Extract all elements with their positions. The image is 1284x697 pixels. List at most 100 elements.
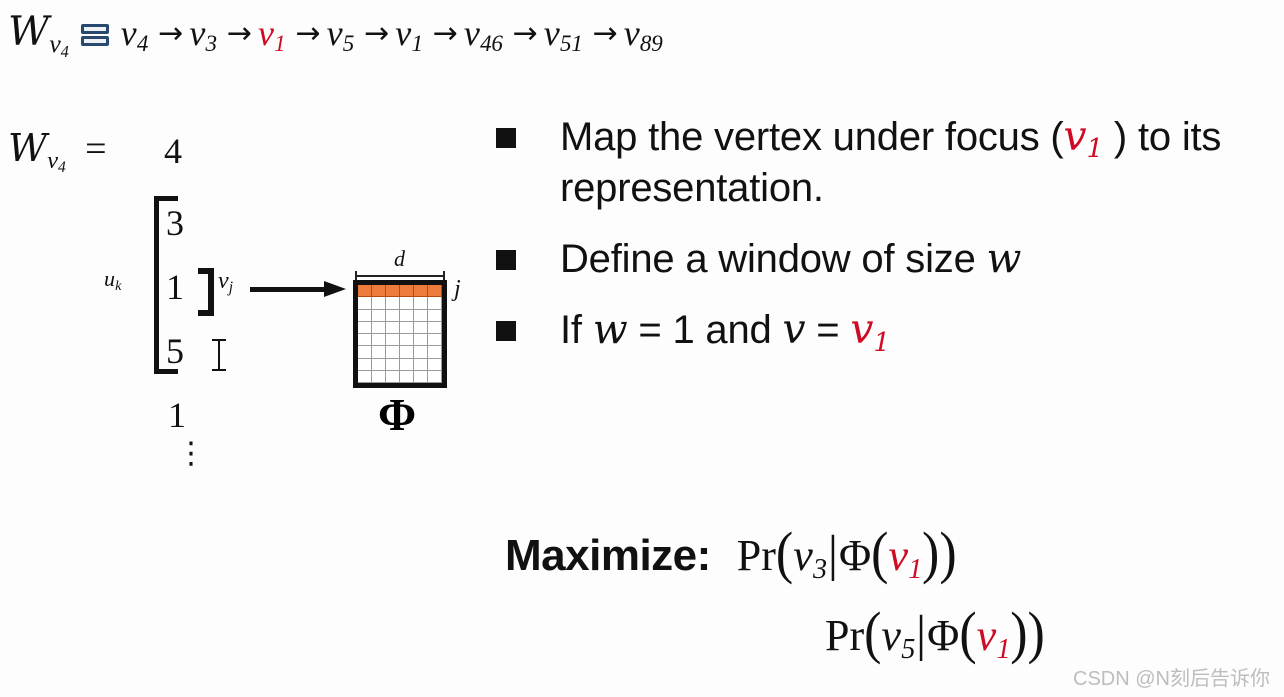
vj-sub: j xyxy=(228,279,233,297)
matrix-cell xyxy=(428,346,442,359)
bullet-list: Map the vertex under focus (v1 ) to its … xyxy=(496,112,1284,359)
matrix-cell xyxy=(358,370,372,383)
walk-node-1: v3 xyxy=(189,12,217,57)
matrix-cell xyxy=(372,285,386,298)
matrix-cell xyxy=(386,334,400,347)
vector-row-label-vj: vj xyxy=(218,268,233,297)
vector-value-0: 3 xyxy=(166,203,184,243)
phi-matrix-diagram: d j Φ xyxy=(350,246,480,440)
walk-label: Wv4 xyxy=(8,8,69,62)
matrix-cell xyxy=(386,370,400,383)
math-symbol: v xyxy=(782,305,806,354)
matrix-name-label: Φ xyxy=(378,389,417,440)
text-run: If xyxy=(560,308,593,353)
walk-label-sub-index: 4 xyxy=(60,41,69,61)
matrix-cell xyxy=(414,309,428,322)
matrix-cell xyxy=(414,334,428,347)
walk-arrow-icon-4: → xyxy=(432,15,458,51)
matrix-cell xyxy=(358,346,372,359)
matrix-cell xyxy=(414,321,428,334)
matrix-cell xyxy=(428,285,442,298)
uk-sub: k xyxy=(115,277,122,294)
matrix-cell xyxy=(400,285,414,298)
phi-close-paren: ) xyxy=(1010,601,1028,666)
target-vertex: v3 xyxy=(793,531,827,585)
conditional-bar: | xyxy=(827,525,838,581)
vector-head-value: 4 xyxy=(164,131,182,171)
bullet-text-window: Define a window of size w xyxy=(560,234,1284,283)
matrix-cell xyxy=(400,334,414,347)
maximize-line-2: Pr(v5|Φ(v1)) xyxy=(825,601,1265,666)
vj-base: v xyxy=(218,268,229,294)
matrix-cell xyxy=(400,358,414,371)
vector-value-3: 1 xyxy=(168,395,186,435)
walk-node-2: v1 xyxy=(257,12,286,57)
mapping-arrow-icon xyxy=(250,281,346,297)
walk-label-base: W xyxy=(8,9,50,56)
close-paren: ) xyxy=(939,521,957,586)
matrix-cell xyxy=(400,321,414,334)
uk-base: u xyxy=(104,266,115,291)
bullet-square-icon xyxy=(496,128,516,148)
matrix-cell xyxy=(386,346,400,359)
pr-operator: Pr xyxy=(736,531,776,580)
matrix-cell xyxy=(414,346,428,359)
vector-eq-equals: = xyxy=(85,128,107,170)
matrix-cell xyxy=(372,346,386,359)
matrix-cell xyxy=(386,285,400,298)
bullet-square-icon xyxy=(496,321,516,342)
matrix-cell xyxy=(400,309,414,322)
matrix-width-label: d xyxy=(394,246,405,271)
text-run: = 1 and xyxy=(627,308,783,353)
walk-arrow-icon-5: → xyxy=(512,15,538,51)
walk-node-4: v1 xyxy=(395,12,423,57)
matrix-cell xyxy=(386,297,400,310)
text-run: Define a window of size xyxy=(560,237,987,282)
matrix-cell xyxy=(428,321,442,334)
open-paren: ( xyxy=(864,601,882,666)
maximize-line-1: Maximize: Pr(v3|Φ(v1)) xyxy=(505,522,1265,586)
vector-ellipsis: ⋮ xyxy=(176,436,206,471)
close-paren: ) xyxy=(1027,601,1045,666)
walk-arrow-icon-0: → xyxy=(158,15,184,51)
walk-node-3: v5 xyxy=(326,12,355,57)
walk-arrow-icon-6: → xyxy=(592,15,618,51)
matrix-cell xyxy=(372,309,386,322)
matrix-cell xyxy=(428,370,442,383)
maximize-objective: Maximize: Pr(v3|Φ(v1)) Pr(v5|Φ(v1)) xyxy=(505,522,1265,666)
text-run: Map the vertex under focus ( xyxy=(560,115,1064,159)
vector-eq-sub: v xyxy=(47,146,58,174)
phi-operator: Φ xyxy=(838,531,872,580)
matrix-cell xyxy=(414,285,428,298)
walk-arrow-icon-3: → xyxy=(364,15,390,51)
math-symbol: v1 xyxy=(1063,112,1104,165)
bullet-text-map: Map the vertex under focus (v1 ) to its … xyxy=(560,112,1284,212)
pr-operator: Pr xyxy=(825,610,865,660)
matrix-cell xyxy=(358,358,372,371)
walk-node-list: v4 → v3 → v1 → v5 → v1 → v46 → v51 → v89 xyxy=(121,15,663,55)
maximize-label: Maximize: xyxy=(505,531,711,580)
equals-icon xyxy=(80,23,109,47)
matrix-cell xyxy=(386,358,400,371)
matrix-cell xyxy=(414,358,428,371)
matrix-cell xyxy=(358,309,372,322)
phi-close-paren: ) xyxy=(922,521,940,586)
matrix-cell xyxy=(414,370,428,383)
walk-node-6: v51 xyxy=(543,12,583,57)
matrix-cell xyxy=(372,358,386,371)
matrix-cell xyxy=(386,321,400,334)
matrix-cell xyxy=(400,370,414,383)
conditional-bar: | xyxy=(916,604,927,661)
phi-argument-vertex: v1 xyxy=(976,610,1011,665)
bullet-square-icon xyxy=(496,250,516,271)
matrix-cell xyxy=(400,346,414,359)
vector-equation-label: Wv4 = xyxy=(8,126,107,177)
probability-expression-1: Pr(v5|Φ(v1)) xyxy=(825,601,1045,665)
matrix-cell xyxy=(428,358,442,371)
walk-label-sub: v xyxy=(49,29,61,59)
matrix-cell xyxy=(358,297,372,310)
matrix-cell xyxy=(414,297,428,310)
matrix-cell xyxy=(428,334,442,347)
matrix-cell xyxy=(400,297,414,310)
vector-eq-sub-index: 4 xyxy=(58,159,66,177)
